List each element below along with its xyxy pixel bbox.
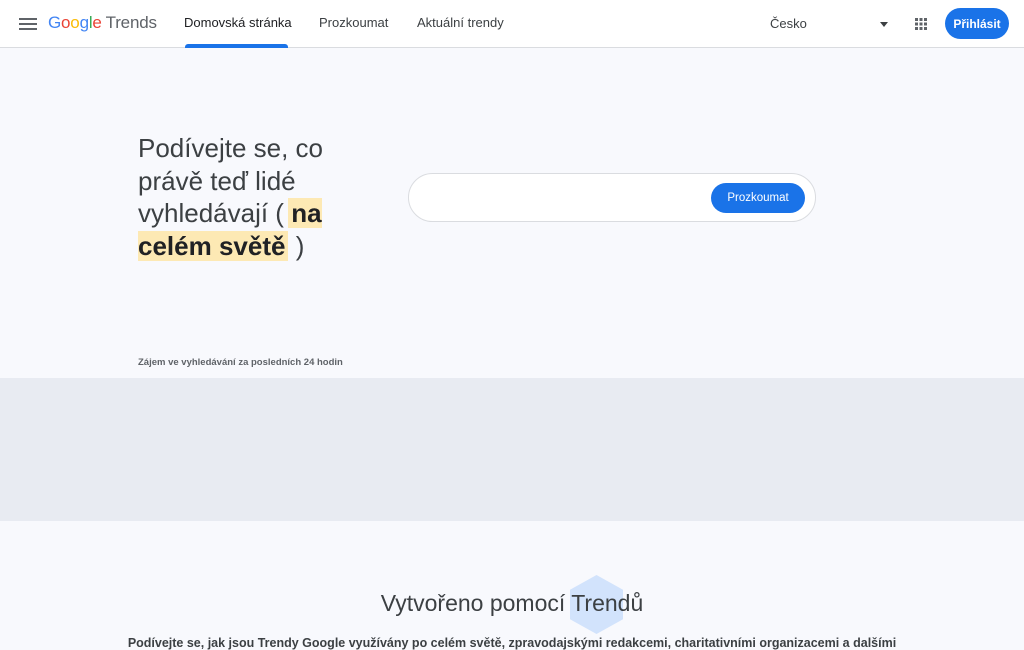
search-interest-caption: Zájem ve vyhledávání za posledních 24 ho…	[138, 357, 343, 368]
google-trends-logo[interactable]: Google Trends	[48, 13, 157, 33]
trending-searches-panel	[0, 378, 1024, 521]
headline-close-paren: )	[295, 230, 305, 261]
apps-grid-icon[interactable]	[909, 12, 933, 36]
logo-brand: Google	[48, 13, 102, 32]
hamburger-menu-icon[interactable]	[16, 12, 40, 36]
dropdown-arrow-icon	[880, 22, 888, 27]
search-box: Prozkoumat	[408, 173, 816, 222]
search-input[interactable]	[427, 186, 701, 212]
logo-product: Trends	[105, 13, 157, 32]
nav-tab-home[interactable]: Domovská stránka	[184, 0, 292, 48]
section-description: Podívejte se, jak jsou Trendy Google vyu…	[127, 636, 897, 650]
nav-tab-explore[interactable]: Prozkoumat	[319, 0, 388, 48]
nav-tab-trending-now[interactable]: Aktuální trendy	[417, 0, 504, 48]
hero-headline: Podívejte se, co právě teď lidé vyhledáv…	[138, 132, 368, 262]
country-select[interactable]: Česko	[760, 8, 896, 40]
sign-in-button[interactable]: Přihlásit	[945, 8, 1009, 39]
country-select-label: Česko	[770, 16, 807, 31]
top-app-bar: Google Trends Domovská stránka Prozkoumat…	[0, 0, 1024, 48]
section-title: Vytvořeno pomocí Trendů	[380, 590, 644, 616]
active-tab-indicator	[185, 44, 288, 48]
explore-button[interactable]: Prozkoumat	[711, 183, 805, 213]
